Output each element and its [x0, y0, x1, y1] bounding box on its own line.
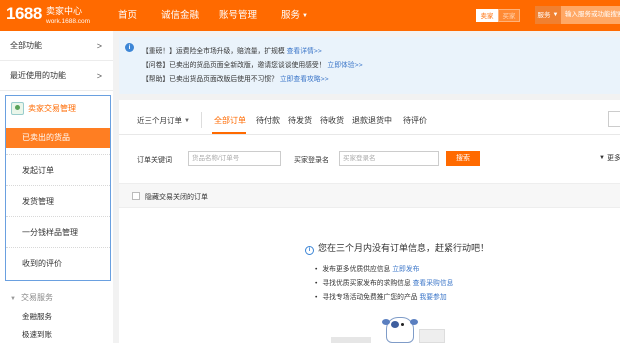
tab-pending-payment[interactable]: 待付款: [256, 115, 280, 126]
mascot-eye: [401, 323, 404, 326]
empty-tip-link[interactable]: 查看采购信息: [413, 280, 454, 287]
seller-avatar-icon: [11, 102, 24, 115]
notice-text: 【帮助】已卖出货品页面改版后使用不习惯？: [142, 76, 278, 83]
notice-text: 【问卷】已卖出的货品页面全新改版，邀请您谈谈使用感受！: [142, 62, 326, 69]
keyword-input[interactable]: 货品名称/订单号: [188, 151, 281, 166]
header-search: 服务 ▼ 输入服务或功能搜索: [535, 6, 620, 24]
sidebar-item-shipping[interactable]: 发货管理: [6, 185, 110, 216]
site-logo[interactable]: 1688 卖家中心 work.1688.com: [6, 4, 90, 25]
filter-bar: 订单关键词 货品名称/订单号 买家登录名 买家登录名 搜索 ▼ 更多: [119, 135, 620, 183]
notice-text: 【重磅！】运费险全市场升级，赔流量，扩规模: [142, 48, 285, 55]
chevron-down-icon: ▼: [184, 118, 190, 124]
sidebar-section-trade-service[interactable]: ▼ 交易服务: [0, 289, 113, 307]
period-select[interactable]: 近三个月订单 ▼: [137, 115, 190, 126]
top-bar: 1688 卖家中心 work.1688.com 首页 诚信金融 账号管理 服务 ▼…: [0, 0, 620, 31]
notice-link[interactable]: 查看详情>>: [287, 48, 322, 55]
logo-title: 卖家中心: [46, 6, 83, 16]
search-type-select[interactable]: 服务 ▼: [535, 6, 561, 24]
tab-all-orders[interactable]: 全部订单: [214, 115, 246, 126]
triangle-down-icon: ▼: [10, 296, 16, 302]
logo-url: work.1688.com: [46, 18, 91, 25]
empty-tip-link[interactable]: 立即发布: [392, 266, 419, 273]
illustration-decor: [331, 337, 371, 343]
divider: [201, 112, 202, 128]
info-icon: i: [125, 43, 134, 52]
sidebar-link-finance[interactable]: 金融服务: [0, 308, 113, 326]
nav-account[interactable]: 账号管理: [219, 0, 257, 31]
sidebar-link-fast-payment[interactable]: 极速到账: [0, 326, 113, 343]
logo-number: 1688: [6, 4, 42, 23]
sidebar-item-create-order[interactable]: 发起订单: [6, 154, 110, 185]
notice-link[interactable]: 立即体验>>: [327, 62, 362, 69]
empty-tip-text: 寻找专场活动免费推广您的产品: [322, 294, 418, 301]
buyer-label: 买家登录名: [294, 157, 329, 164]
hide-closed-label[interactable]: 隐藏交易关闭的订单: [145, 192, 208, 202]
more-filters-label: 更多: [606, 155, 620, 162]
empty-tip-text: 寻找优质买家发布的求购信息: [322, 280, 411, 287]
chevron-down-icon: ▼: [599, 155, 605, 161]
sidebar-group-title[interactable]: 卖家交易管理: [6, 96, 110, 122]
sidebar-item-sample[interactable]: 一分钱样品管理: [6, 216, 110, 247]
hide-closed-checkbox[interactable]: [132, 192, 140, 200]
empty-tip: 寻找优质买家发布的求购信息 查看采购信息: [315, 277, 453, 287]
tab-pending-shipment[interactable]: 待发货: [288, 115, 312, 126]
sidebar-group-title-label: 卖家交易管理: [28, 104, 76, 113]
empty-state-text: 您在三个月内没有订单信息，赶紧行动吧！: [318, 243, 490, 253]
sidebar-all-functions-label: 全部功能: [10, 41, 42, 50]
nav-finance[interactable]: 诚信金融: [161, 0, 199, 31]
tab-pending-receipt[interactable]: 待收货: [320, 115, 344, 126]
role-seller-button[interactable]: 卖家: [476, 9, 498, 22]
notice-link[interactable]: 立即查看攻略>>: [280, 76, 329, 83]
search-type-label: 服务: [537, 12, 551, 19]
sidebar-group-seller-trade: 卖家交易管理 已卖出的货品 发起订单 发货管理 一分钱样品管理 收到的评价: [5, 95, 111, 281]
empty-tip: 发布更多优质供应信息 立即发布: [315, 263, 419, 273]
illustration-decor: [419, 329, 445, 343]
role-switch: 卖家 买家: [476, 9, 520, 22]
mascot-ear: [382, 319, 390, 325]
notice-line: 【帮助】已卖出货品页面改版后使用不习惯？ 立即查看攻略>>: [142, 73, 329, 83]
nav-home[interactable]: 首页: [118, 0, 137, 31]
notice-banner: i 【重磅！】运费险全市场升级，赔流量，扩规模 查看详情>> 【问卷】已卖出的货…: [119, 37, 620, 94]
chevron-right-icon: >: [96, 71, 102, 81]
tab-pending-review[interactable]: 待评价: [403, 115, 427, 126]
chevron-right-icon: >: [96, 41, 102, 51]
period-label: 近三个月订单: [137, 116, 182, 125]
empty-tip-text: 发布更多优质供应信息: [322, 266, 391, 273]
chevron-down-icon: ▼: [552, 12, 559, 18]
notice-line: 【问卷】已卖出的货品页面全新改版，邀请您谈谈使用感受！ 立即体验>>: [142, 59, 363, 69]
sidebar-recent-functions-label: 最近使用的功能: [10, 71, 66, 80]
notice-line: 【重磅！】运费险全市场升级，赔流量，扩规模 查看详情>>: [142, 45, 322, 55]
empty-tip: 寻找专场活动免费推广您的产品 我要参加: [315, 291, 446, 301]
search-button[interactable]: 搜索: [446, 151, 480, 166]
tab-refunds[interactable]: 退款退货中: [352, 115, 392, 126]
role-buyer-button[interactable]: 买家: [498, 9, 520, 22]
orders-panel: 近三个月订单 ▼ 全部订单 待付款 待发货 待收货 退款退货中 待评价 订单关键词…: [119, 100, 620, 343]
chevron-down-icon: ▼: [302, 13, 308, 19]
sidebar-item-sold-goods[interactable]: 已卖出的货品: [6, 128, 110, 148]
hide-closed-row: 隐藏交易关闭的订单: [119, 183, 620, 208]
sidebar-item-reviews[interactable]: 收到的评价: [6, 247, 110, 278]
sidebar-recent-functions[interactable]: 最近使用的功能 >: [0, 61, 113, 91]
empty-state-title: i 您在三个月内没有订单信息，赶紧行动吧！: [305, 241, 489, 255]
buyer-input[interactable]: 买家登录名: [339, 151, 439, 166]
mascot-illustration: [382, 313, 418, 343]
header-search-input[interactable]: 输入服务或功能搜索: [561, 6, 620, 24]
keyword-label: 订单关键词: [137, 157, 172, 164]
mascot-ear: [410, 319, 418, 325]
sidebar-section-label: 交易服务: [20, 293, 53, 302]
logo-text: 卖家中心 work.1688.com: [46, 6, 116, 26]
empty-tip-link[interactable]: 我要参加: [419, 294, 446, 301]
more-filters-toggle[interactable]: ▼ 更多: [599, 153, 620, 163]
nav-service-label: 服务: [281, 10, 301, 21]
corner-button[interactable]: [608, 111, 620, 127]
info-icon: i: [305, 246, 314, 255]
mascot-spot: [391, 321, 399, 328]
nav-service[interactable]: 服务 ▼: [281, 0, 308, 31]
sidebar-all-functions[interactable]: 全部功能 >: [0, 31, 113, 61]
sidebar: 全部功能 > 最近使用的功能 > 卖家交易管理 已卖出的货品 发起订单 发货管理…: [0, 31, 113, 343]
